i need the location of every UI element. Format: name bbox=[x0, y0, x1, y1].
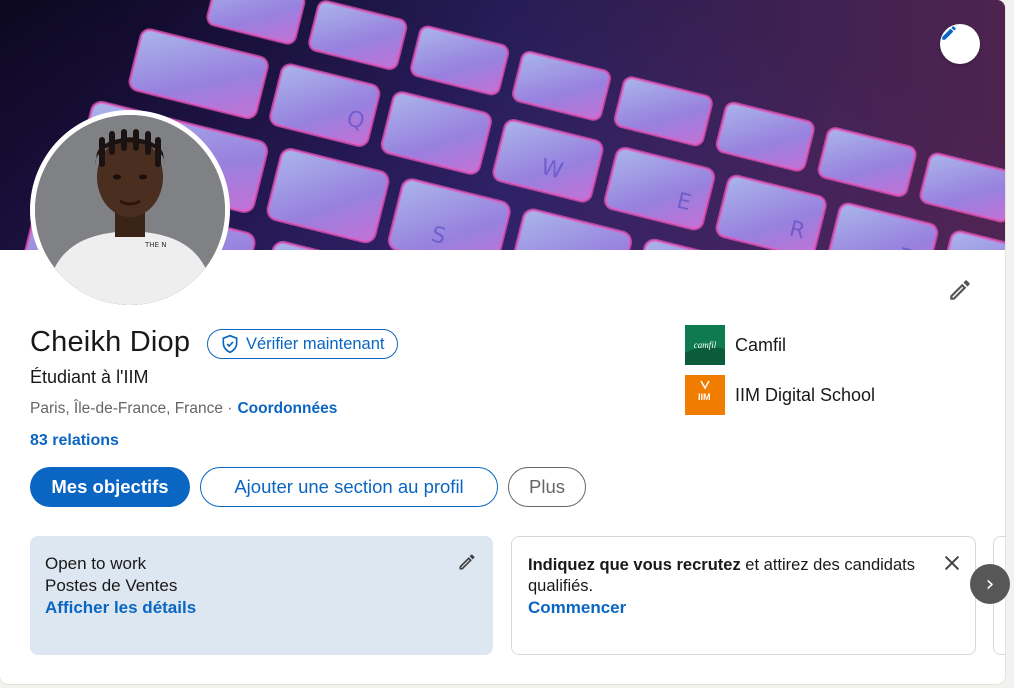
org-name: IIM Digital School bbox=[735, 384, 876, 405]
svg-text:camfil: camfil bbox=[694, 340, 717, 350]
carousel-next-button[interactable]: › bbox=[970, 564, 1010, 604]
svg-text:IIM: IIM bbox=[698, 392, 711, 402]
more-button[interactable]: Plus bbox=[508, 467, 586, 507]
svg-text:THE N: THE N bbox=[144, 241, 166, 249]
profile-location: Paris, Île-de-France, France · Coordonné… bbox=[30, 400, 337, 418]
edit-open-to-work-button[interactable] bbox=[455, 550, 479, 574]
org-camfil[interactable]: camfil Camfil bbox=[685, 325, 786, 365]
close-icon bbox=[945, 556, 959, 570]
add-profile-section-button[interactable]: Ajouter une section au profil bbox=[200, 467, 498, 507]
profile-photo: THE N bbox=[35, 115, 225, 305]
shield-check-icon bbox=[222, 334, 238, 354]
hiring-message: Indiquez que vous recrutez et attirez de… bbox=[528, 555, 938, 597]
iim-logo: IIM bbox=[685, 375, 725, 415]
org-iim[interactable]: IIM IIM Digital School bbox=[685, 375, 875, 415]
profile-avatar[interactable]: THE N bbox=[30, 110, 230, 310]
contact-info-link[interactable]: Coordonnées bbox=[237, 400, 337, 418]
chevron-right-icon: › bbox=[985, 571, 995, 597]
show-details-link[interactable]: Afficher les détails bbox=[45, 598, 196, 618]
my-goals-button[interactable]: Mes objectifs bbox=[30, 467, 190, 507]
connections-link[interactable]: 83 relations bbox=[30, 432, 119, 450]
pencil-icon bbox=[942, 26, 956, 40]
open-to-work-title: Open to work bbox=[45, 554, 147, 573]
get-started-link[interactable]: Commencer bbox=[528, 598, 626, 618]
verify-now-button[interactable]: Vérifier maintenant bbox=[207, 329, 398, 359]
dismiss-hiring-button[interactable] bbox=[940, 551, 964, 575]
profile-headline: Étudiant à l'IIM bbox=[30, 367, 149, 387]
edit-banner-button[interactable] bbox=[940, 24, 980, 64]
pencil-icon bbox=[950, 280, 970, 300]
camfil-logo: camfil bbox=[685, 325, 725, 365]
profile-name: Cheikh Diop bbox=[30, 326, 191, 358]
open-to-work-card[interactable]: Open to work Postes de Ventes Afficher l… bbox=[30, 536, 493, 655]
verify-now-label: Vérifier maintenant bbox=[246, 334, 385, 353]
org-name: Camfil bbox=[735, 334, 787, 355]
hiring-card: Indiquez que vous recrutez et attirez de… bbox=[511, 536, 976, 655]
edit-intro-button[interactable] bbox=[944, 274, 976, 306]
open-to-work-roles: Postes de Ventes bbox=[45, 576, 178, 595]
profile-card: S D E R T Y F Q W bbox=[0, 0, 1005, 684]
pencil-icon bbox=[459, 554, 475, 570]
hiring-message-bold: Indiquez que vous recrutez bbox=[528, 556, 741, 574]
location-text: Paris, Île-de-France, France · bbox=[30, 400, 233, 417]
